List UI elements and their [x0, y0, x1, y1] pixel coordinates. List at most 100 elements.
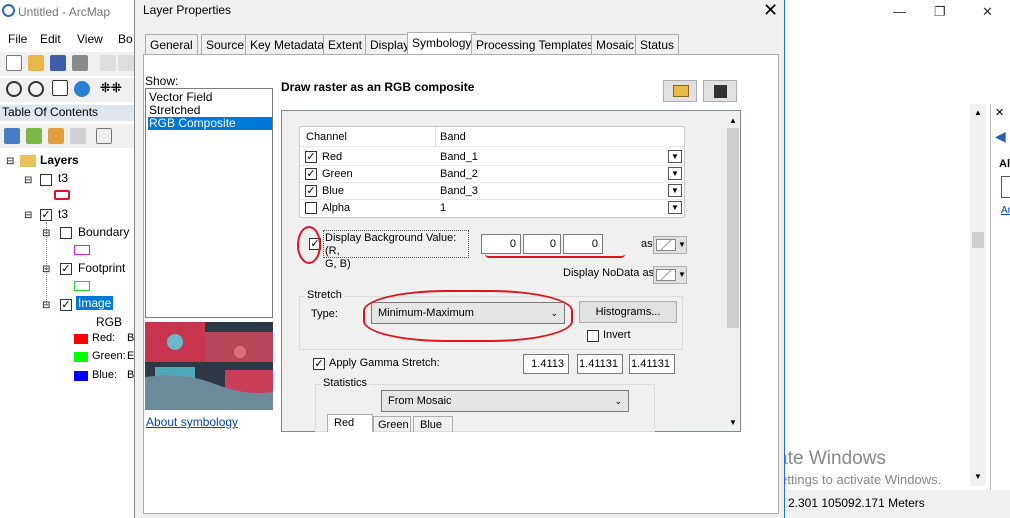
- legend-red-label: Red:: [92, 332, 116, 344]
- renderer-rgb-composite[interactable]: RGB Composite: [148, 117, 272, 130]
- minimize-button[interactable]: —: [893, 4, 906, 19]
- import-button[interactable]: [663, 80, 697, 102]
- red-band-select[interactable]: Band_1: [440, 151, 478, 163]
- tab-general[interactable]: General: [145, 34, 198, 54]
- histograms-button[interactable]: Histograms...: [579, 301, 677, 323]
- nodata-color-button[interactable]: ▼: [653, 266, 687, 284]
- background-b-input[interactable]: 0: [563, 234, 603, 254]
- invert-checkbox[interactable]: [587, 330, 599, 342]
- gamma-red-input[interactable]: 1.4113: [523, 354, 569, 374]
- gamma-green-input[interactable]: 1.41131: [577, 354, 623, 374]
- alpha-channel-checkbox[interactable]: [305, 202, 317, 214]
- expand-layers-icon[interactable]: ⊟: [6, 156, 14, 167]
- save-icon[interactable]: [50, 55, 66, 71]
- list-by-visibility-icon[interactable]: [48, 128, 64, 144]
- tab-extent[interactable]: Extent: [323, 34, 368, 54]
- expand-footprint-icon[interactable]: ⊟: [42, 264, 50, 275]
- layer-t3-group-label[interactable]: t3: [58, 207, 68, 221]
- menu-view[interactable]: View: [77, 32, 103, 46]
- alpha-channel-label: Alpha: [322, 202, 351, 214]
- copy-icon[interactable]: [118, 55, 134, 71]
- back-arrow-icon[interactable]: ◀: [995, 128, 1006, 145]
- gamma-checkbox[interactable]: [313, 358, 325, 370]
- map-view[interactable]: [786, 104, 986, 486]
- tab-status[interactable]: Status: [635, 34, 680, 54]
- gamma-blue-input[interactable]: 1.41131: [629, 354, 675, 374]
- menu-file[interactable]: File: [8, 32, 27, 46]
- settings-scroll-thumb[interactable]: [727, 128, 739, 328]
- expand-t3-icon[interactable]: ⊟: [24, 175, 32, 186]
- annotation-circle-checkbox: [297, 226, 321, 264]
- fixed-zoom-icon[interactable]: ⁜⁜: [100, 80, 122, 96]
- stats-tab-red[interactable]: Red: [327, 414, 373, 432]
- expand-boundary-icon[interactable]: ⊟: [42, 228, 50, 239]
- list-by-drawing-order-icon[interactable]: [4, 128, 20, 144]
- red-band-dropdown-icon[interactable]: ▼: [668, 150, 682, 163]
- gamma-label: Apply Gamma Stretch:: [329, 357, 440, 369]
- alpha-band-select[interactable]: 1: [440, 202, 446, 214]
- list-by-source-icon[interactable]: [26, 128, 42, 144]
- zoom-out-icon[interactable]: [28, 81, 44, 97]
- background-g-input[interactable]: 0: [523, 234, 561, 254]
- image-label[interactable]: Image: [76, 296, 114, 310]
- boundary-checkbox[interactable]: [60, 227, 72, 239]
- layer-t3-checkbox[interactable]: [40, 174, 52, 186]
- green-band-select[interactable]: Band_2: [440, 168, 478, 180]
- new-doc-icon[interactable]: [6, 55, 22, 71]
- renderer-list[interactable]: Vector Field Stretched RGB Composite: [145, 88, 273, 318]
- maximize-button[interactable]: ❐: [934, 4, 946, 20]
- tab-symbology[interactable]: Symbology: [407, 32, 477, 54]
- background-as-label: as: [641, 238, 653, 250]
- background-color-button[interactable]: ▼: [653, 236, 687, 254]
- zoom-in-icon[interactable]: [6, 81, 22, 97]
- menu-bookmarks[interactable]: Bo: [118, 32, 133, 46]
- statistics-source-value: From Mosaic: [388, 395, 452, 407]
- invert-label: Invert: [603, 329, 631, 341]
- green-channel-checkbox[interactable]: [305, 168, 317, 180]
- list-by-selection-icon[interactable]: [70, 128, 86, 144]
- tab-mosaic[interactable]: Mosaic: [591, 34, 640, 54]
- tab-source[interactable]: Source: [201, 34, 250, 54]
- blue-channel-label: Blue: [322, 185, 345, 197]
- cut-icon[interactable]: [100, 55, 116, 71]
- footprint-label[interactable]: Footprint: [78, 261, 125, 275]
- alpha-band-dropdown-icon[interactable]: ▼: [668, 201, 682, 214]
- stats-tab-green[interactable]: Green: [373, 416, 411, 432]
- options-icon[interactable]: [96, 128, 112, 144]
- red-channel-checkbox[interactable]: [305, 151, 317, 163]
- stats-tab-blue[interactable]: Blue: [413, 416, 453, 432]
- tab-processing-templates[interactable]: Processing Templates: [471, 34, 599, 54]
- background-r-input[interactable]: 0: [481, 234, 521, 254]
- print-icon[interactable]: [72, 55, 88, 71]
- panel-field[interactable]: [1001, 176, 1010, 198]
- save-icon: [714, 85, 727, 98]
- blue-channel-checkbox[interactable]: [305, 185, 317, 197]
- chevron-down-icon: ▼: [678, 270, 686, 279]
- pan-icon[interactable]: [52, 80, 68, 96]
- map-vertical-scrollbar[interactable]: ▲ ▼: [970, 104, 986, 486]
- layer-t3-group-checkbox[interactable]: [40, 209, 52, 221]
- green-band-dropdown-icon[interactable]: ▼: [668, 167, 682, 180]
- open-folder-icon[interactable]: [28, 55, 44, 71]
- panel-link[interactable]: Ar: [1001, 205, 1010, 216]
- statistics-source-select[interactable]: From Mosaic ⌄: [381, 390, 629, 412]
- channel-header: Channel: [306, 131, 347, 143]
- menu-edit[interactable]: Edit: [40, 32, 61, 46]
- image-checkbox[interactable]: [60, 299, 72, 311]
- statistics-group-label: Statistics: [321, 377, 370, 389]
- close-window-button[interactable]: ✕: [982, 4, 993, 20]
- save-layer-button[interactable]: [703, 80, 737, 102]
- full-extent-icon[interactable]: [74, 81, 90, 97]
- expand-t3-group-icon[interactable]: ⊟: [24, 210, 32, 221]
- about-symbology-link[interactable]: About symbology: [146, 415, 238, 429]
- layer-t3-label[interactable]: t3: [58, 171, 68, 185]
- blue-band-select[interactable]: Band_3: [440, 185, 478, 197]
- boundary-label[interactable]: Boundary: [78, 225, 129, 239]
- tab-key-metadata[interactable]: Key Metadata: [245, 34, 330, 54]
- dialog-close-button[interactable]: ✕: [763, 0, 778, 21]
- tab-strip: General Source Key Metadata Extent Displ…: [143, 32, 779, 54]
- expand-image-icon[interactable]: ⊟: [42, 300, 50, 311]
- catalog-close-icon[interactable]: ✕: [995, 106, 1004, 119]
- blue-band-dropdown-icon[interactable]: ▼: [668, 184, 682, 197]
- footprint-checkbox[interactable]: [60, 263, 72, 275]
